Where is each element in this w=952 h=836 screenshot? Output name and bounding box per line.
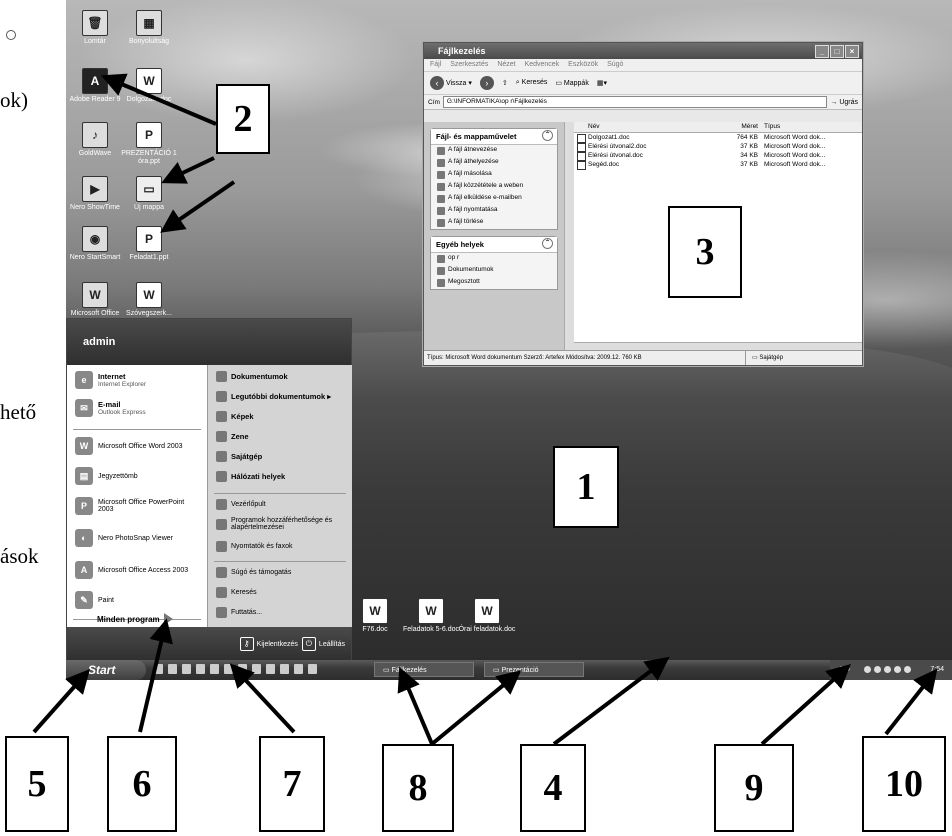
arrow-9 xyxy=(760,663,851,746)
label-10: 10 xyxy=(862,736,946,832)
label-3: 3 xyxy=(668,206,742,298)
label-1: 1 xyxy=(553,446,619,528)
arrow-10 xyxy=(884,668,938,736)
label-6: 6 xyxy=(107,736,177,832)
arrow-8a xyxy=(397,666,434,745)
label-7: 7 xyxy=(259,736,325,832)
label-8: 8 xyxy=(382,744,454,832)
annotation-arrows xyxy=(32,73,938,746)
arrow-5 xyxy=(32,669,90,734)
arrow-8b xyxy=(430,670,522,746)
arrow-7 xyxy=(229,663,296,734)
arrow-6 xyxy=(138,618,173,733)
label-4: 4 xyxy=(520,744,586,832)
label-2: 2 xyxy=(216,84,270,154)
label-9: 9 xyxy=(714,744,794,832)
arrow-2b xyxy=(161,156,215,184)
arrow-2c xyxy=(160,180,236,233)
arrow-2a xyxy=(100,73,217,126)
arrow-4 xyxy=(552,656,670,746)
label-5: 5 xyxy=(5,736,69,832)
